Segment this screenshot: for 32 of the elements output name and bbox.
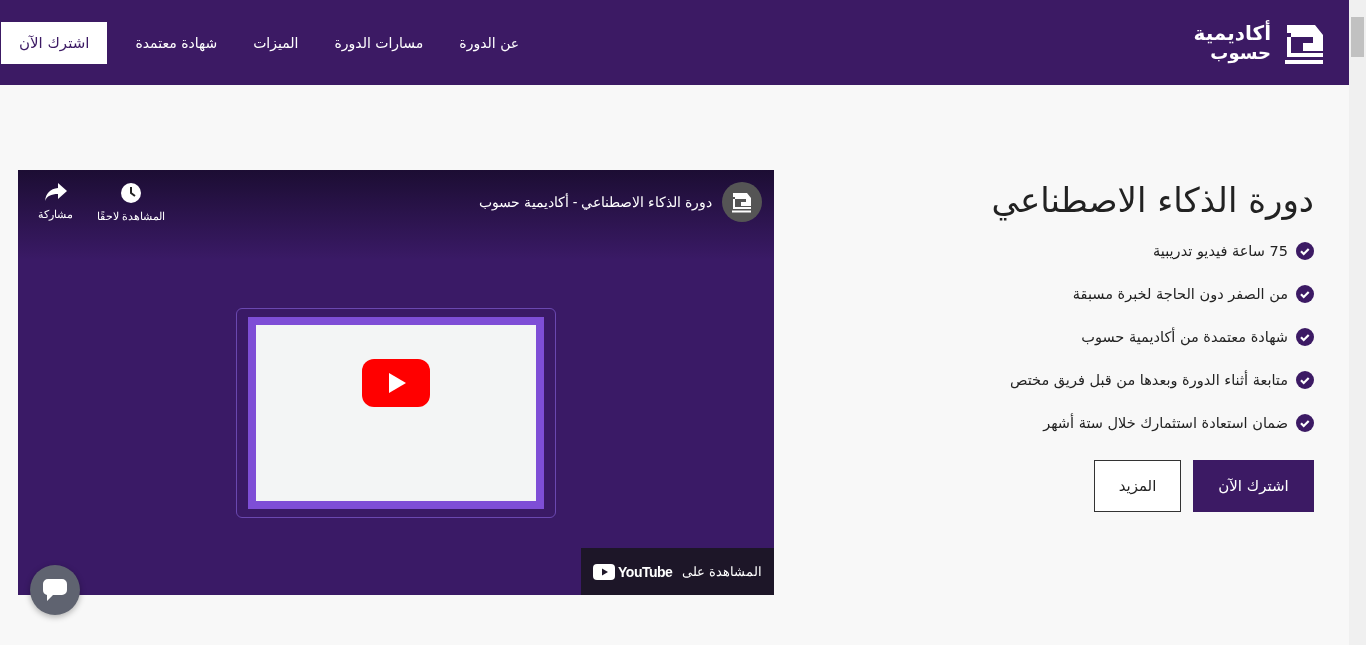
check-circle-icon [1296, 242, 1314, 260]
feature-text: شهادة معتمدة من أكاديمية حسوب [1081, 329, 1288, 345]
nav-link[interactable]: عن الدورة [459, 34, 520, 51]
share-arrow-icon [43, 182, 68, 202]
more-button[interactable]: المزيد [1094, 460, 1181, 512]
check-circle-icon [1296, 328, 1314, 346]
course-title: دورة الذكاء الاصطناعي [990, 180, 1314, 220]
scrollbar[interactable] [1349, 0, 1366, 645]
video-title[interactable]: دورة الذكاء الاصطناعي - أكاديمية حسوب [478, 194, 712, 210]
play-button-icon[interactable] [362, 359, 430, 407]
nav-link[interactable]: شهادة معتمدة [135, 34, 218, 51]
channel-avatar[interactable] [722, 182, 762, 222]
logo-icon [730, 190, 754, 214]
nav-link[interactable]: الميزات [253, 34, 299, 51]
feature-text: متابعة أثناء الدورة وبعدها من قبل فريق مختص [1009, 372, 1288, 388]
check-circle-icon [1296, 371, 1314, 389]
youtube-logo: YouTube [593, 563, 673, 580]
nav-link[interactable]: مسارات الدورة [334, 34, 424, 51]
check-circle-icon [1296, 285, 1314, 303]
clock-icon [120, 182, 143, 204]
watch-later-button[interactable]: المشاهدة لاحقًا [97, 182, 166, 223]
logo-text: أكاديمية [1193, 22, 1271, 44]
speech-bubble-icon [42, 578, 68, 602]
chat-button[interactable] [30, 565, 80, 615]
feature-text: من الصفر دون الحاجة لخبرة مسبقة [1072, 286, 1288, 302]
subscribe-button[interactable]: اشترك الآن [1, 21, 108, 64]
feature-text: 75 ساعة فيديو تدريبية [1153, 243, 1288, 259]
check-circle-icon [1296, 414, 1314, 432]
share-button[interactable]: مشاركة [38, 182, 73, 223]
logo-text: حسوب [1210, 43, 1271, 63]
feature-text: ضمان استعادة استثمارك خلال ستة أشهر [1043, 415, 1288, 431]
subscribe-button[interactable]: اشترك الآن [1193, 460, 1314, 512]
